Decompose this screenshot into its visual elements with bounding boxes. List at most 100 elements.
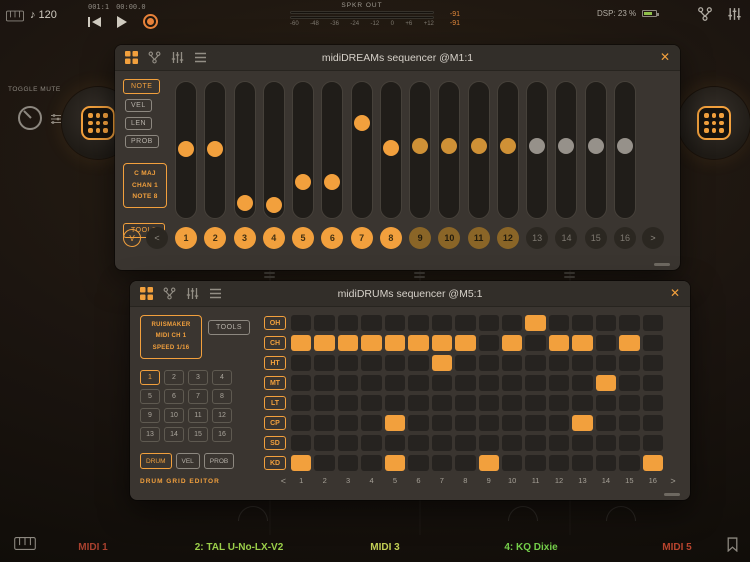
drum-cell-oh-13[interactable] — [572, 315, 593, 331]
seq-slider-2[interactable] — [204, 81, 227, 219]
drum-cell-sd-4[interactable] — [361, 435, 382, 451]
seq-step-8[interactable]: 8 — [379, 227, 402, 249]
routing-view-icon[interactable] — [163, 287, 176, 300]
mode-prob-button[interactable]: PROB — [203, 453, 235, 470]
drum-cell-kd-8[interactable] — [455, 455, 476, 471]
drum-cell-ch-1[interactable] — [291, 335, 312, 351]
routing-view-icon[interactable] — [148, 51, 161, 64]
drum-cell-oh-4[interactable] — [361, 315, 382, 331]
drum-cell-ht-8[interactable] — [455, 355, 476, 371]
drum-cell-sd-7[interactable] — [431, 435, 453, 451]
drum-cell-sd-10[interactable] — [501, 435, 523, 451]
drum-cell-mt-8[interactable] — [455, 375, 476, 391]
seq-step-6[interactable]: 6 — [321, 227, 344, 249]
drum-cell-mt-12[interactable] — [548, 375, 570, 391]
seq-slider-9[interactable] — [409, 81, 432, 219]
drum-cell-lt-5[interactable] — [384, 395, 406, 411]
drum-cell-ch-3[interactable] — [337, 335, 359, 351]
close-icon[interactable]: ✕ — [660, 50, 670, 64]
drum-row-label-lt[interactable]: LT — [264, 396, 286, 410]
seq-step-15[interactable]: 15 — [584, 227, 607, 249]
drum-col-10[interactable]: 10 — [502, 475, 522, 487]
drum-cell-mt-14[interactable] — [595, 375, 617, 391]
drum-cell-kd-6[interactable] — [408, 455, 429, 471]
drum-col-1[interactable]: 1 — [291, 475, 311, 487]
drum-cell-cp-9[interactable] — [478, 415, 499, 431]
drum-cell-sd-14[interactable] — [595, 435, 617, 451]
drum-cell-mt-15[interactable] — [619, 375, 640, 391]
drum-cell-cp-4[interactable] — [361, 415, 382, 431]
seq-slider-12[interactable] — [496, 81, 519, 219]
drum-cell-sd-12[interactable] — [548, 435, 570, 451]
drum-cell-ch-2[interactable] — [314, 335, 335, 351]
seq-slider-15[interactable] — [584, 81, 607, 219]
mixer-channel-3[interactable]: MIDI 3 — [312, 532, 458, 562]
seq-step-14[interactable]: 14 — [555, 227, 578, 249]
drum-cell-oh-1[interactable] — [291, 315, 312, 331]
routing-icon[interactable] — [697, 7, 713, 21]
drum-cell-lt-12[interactable] — [548, 395, 570, 411]
grid-view-icon[interactable] — [140, 287, 153, 300]
drum-row-label-sd[interactable]: SD — [264, 436, 286, 450]
drum-cell-kd-13[interactable] — [572, 455, 593, 471]
drum-cell-cp-15[interactable] — [619, 415, 640, 431]
drum-cell-ht-15[interactable] — [619, 355, 640, 371]
bookmark-icon[interactable] — [727, 537, 738, 557]
drum-cell-lt-1[interactable] — [291, 395, 312, 411]
seq-slider-5[interactable] — [292, 81, 315, 219]
seq-step-11[interactable]: 11 — [467, 227, 490, 249]
drum-cell-sd-15[interactable] — [619, 435, 640, 451]
time-display[interactable]: 001:1 00:00.0 — [88, 3, 146, 11]
drum-cell-ht-14[interactable] — [595, 355, 617, 371]
drum-cell-ht-16[interactable] — [642, 355, 663, 371]
len-button[interactable]: LEN — [125, 117, 153, 130]
drum-cell-kd-16[interactable] — [642, 455, 663, 471]
seq-slider-10[interactable] — [438, 81, 461, 219]
skip-back-button[interactable] — [88, 16, 101, 28]
drum-cell-lt-2[interactable] — [314, 395, 335, 411]
drum-cell-cp-1[interactable] — [291, 415, 312, 431]
seq-slider-1[interactable] — [175, 81, 197, 219]
v-button[interactable]: V — [123, 229, 141, 247]
drum-cell-cp-2[interactable] — [314, 415, 335, 431]
instrument-info-box[interactable]: RUISMAKER MIDI CH 1 SPEED 1/16 — [140, 315, 202, 360]
grid-view-icon[interactable] — [125, 51, 138, 64]
drum-cell-oh-5[interactable] — [384, 315, 406, 331]
drum-cell-cp-14[interactable] — [595, 415, 617, 431]
mixer-channel-4[interactable]: 4: KQ Dixie — [458, 532, 604, 562]
drum-cell-kd-14[interactable] — [595, 455, 617, 471]
drum-col-16[interactable]: 16 — [643, 475, 663, 487]
drum-cell-lt-15[interactable] — [619, 395, 640, 411]
list-view-icon[interactable] — [194, 51, 207, 64]
drum-cell-ch-4[interactable] — [361, 335, 382, 351]
close-icon[interactable]: ✕ — [670, 286, 680, 300]
seq-slider-7[interactable] — [350, 81, 373, 219]
seq-slider-6[interactable] — [321, 81, 344, 219]
drum-cell-ht-12[interactable] — [548, 355, 570, 371]
drum-cell-lt-9[interactable] — [478, 395, 499, 411]
record-button[interactable] — [143, 14, 158, 29]
drum-cell-ht-4[interactable] — [361, 355, 382, 371]
drum-cell-lt-8[interactable] — [455, 395, 476, 411]
faders-view-icon[interactable] — [186, 287, 199, 300]
drum-cell-cp-3[interactable] — [337, 415, 359, 431]
drum-pad-11[interactable]: 11 — [188, 408, 208, 424]
drum-cell-mt-16[interactable] — [642, 375, 663, 391]
drum-cell-oh-7[interactable] — [431, 315, 453, 331]
drum-cell-ht-9[interactable] — [478, 355, 499, 371]
drum-cell-cp-7[interactable] — [431, 415, 453, 431]
list-view-icon[interactable] — [209, 287, 222, 300]
drum-cell-ht-13[interactable] — [572, 355, 593, 371]
mode-vel-button[interactable]: VEL — [175, 453, 200, 470]
seq-slider-4[interactable] — [262, 81, 285, 219]
drum-cell-lt-16[interactable] — [642, 395, 663, 411]
faders-view-icon[interactable] — [171, 51, 184, 64]
window-titlebar[interactable]: midiDREAMs sequencer @M1:1 ✕ — [115, 45, 680, 71]
drum-cell-cp-11[interactable] — [525, 415, 546, 431]
drum-col-5[interactable]: 5 — [385, 475, 405, 487]
drum-row-label-kd[interactable]: KD — [264, 456, 286, 470]
drum-cell-lt-4[interactable] — [361, 395, 382, 411]
prob-button[interactable]: PROB — [125, 135, 159, 148]
node-pad-right[interactable] — [678, 87, 750, 159]
drum-pad-6[interactable]: 6 — [164, 389, 184, 405]
